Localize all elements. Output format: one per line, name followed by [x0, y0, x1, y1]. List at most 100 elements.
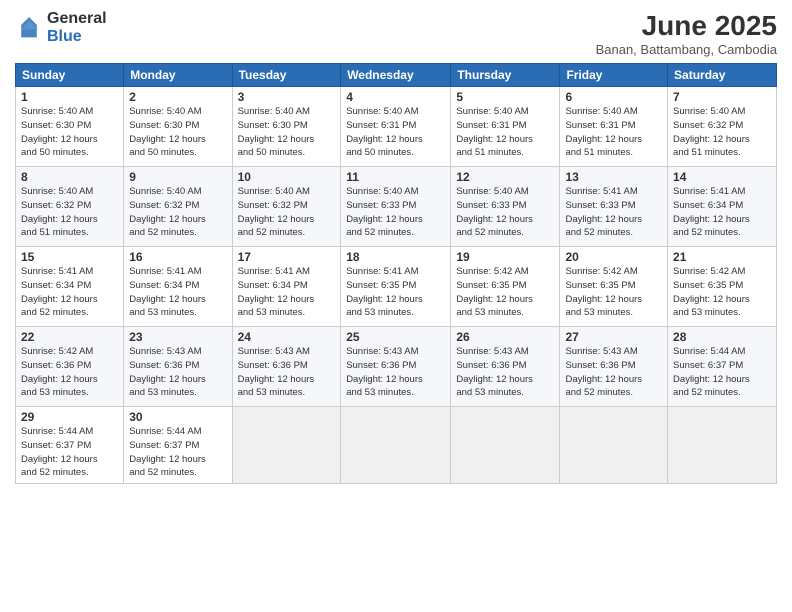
col-tuesday: Tuesday [232, 64, 341, 87]
day-info: Sunrise: 5:40 AMSunset: 6:31 PMDaylight:… [346, 105, 445, 160]
day-info: Sunrise: 5:42 AMSunset: 6:35 PMDaylight:… [456, 265, 554, 320]
month-title: June 2025 [596, 10, 777, 42]
table-cell: 1 Sunrise: 5:40 AMSunset: 6:30 PMDayligh… [16, 87, 124, 167]
day-number: 2 [129, 90, 226, 104]
table-cell: 27 Sunrise: 5:43 AMSunset: 6:36 PMDaylig… [560, 327, 668, 407]
day-number: 9 [129, 170, 226, 184]
day-info: Sunrise: 5:40 AMSunset: 6:33 PMDaylight:… [456, 185, 554, 240]
day-number: 7 [673, 90, 771, 104]
day-info: Sunrise: 5:43 AMSunset: 6:36 PMDaylight:… [456, 345, 554, 400]
day-info: Sunrise: 5:43 AMSunset: 6:36 PMDaylight:… [346, 345, 445, 400]
day-info: Sunrise: 5:44 AMSunset: 6:37 PMDaylight:… [129, 425, 226, 480]
day-info: Sunrise: 5:40 AMSunset: 6:30 PMDaylight:… [238, 105, 336, 160]
table-cell: 29 Sunrise: 5:44 AMSunset: 6:37 PMDaylig… [16, 407, 124, 484]
table-cell: 16 Sunrise: 5:41 AMSunset: 6:34 PMDaylig… [124, 247, 232, 327]
table-cell: 20 Sunrise: 5:42 AMSunset: 6:35 PMDaylig… [560, 247, 668, 327]
day-info: Sunrise: 5:40 AMSunset: 6:30 PMDaylight:… [21, 105, 118, 160]
table-cell: 19 Sunrise: 5:42 AMSunset: 6:35 PMDaylig… [451, 247, 560, 327]
col-sunday: Sunday [16, 64, 124, 87]
day-number: 29 [21, 410, 118, 424]
day-number: 19 [456, 250, 554, 264]
table-cell [232, 407, 341, 484]
day-info: Sunrise: 5:40 AMSunset: 6:30 PMDaylight:… [129, 105, 226, 160]
day-info: Sunrise: 5:41 AMSunset: 6:33 PMDaylight:… [565, 185, 662, 240]
table-cell: 3 Sunrise: 5:40 AMSunset: 6:30 PMDayligh… [232, 87, 341, 167]
day-number: 1 [21, 90, 118, 104]
table-cell: 25 Sunrise: 5:43 AMSunset: 6:36 PMDaylig… [341, 327, 451, 407]
day-number: 28 [673, 330, 771, 344]
day-info: Sunrise: 5:41 AMSunset: 6:34 PMDaylight:… [21, 265, 118, 320]
day-number: 11 [346, 170, 445, 184]
day-info: Sunrise: 5:41 AMSunset: 6:34 PMDaylight:… [673, 185, 771, 240]
calendar-table: Sunday Monday Tuesday Wednesday Thursday… [15, 63, 777, 484]
table-cell [560, 407, 668, 484]
day-info: Sunrise: 5:40 AMSunset: 6:32 PMDaylight:… [129, 185, 226, 240]
day-info: Sunrise: 5:41 AMSunset: 6:35 PMDaylight:… [346, 265, 445, 320]
day-info: Sunrise: 5:41 AMSunset: 6:34 PMDaylight:… [129, 265, 226, 320]
table-cell: 14 Sunrise: 5:41 AMSunset: 6:34 PMDaylig… [668, 167, 777, 247]
header: General Blue June 2025 Banan, Battambang… [15, 10, 777, 57]
day-number: 4 [346, 90, 445, 104]
table-cell: 2 Sunrise: 5:40 AMSunset: 6:30 PMDayligh… [124, 87, 232, 167]
day-info: Sunrise: 5:40 AMSunset: 6:33 PMDaylight:… [346, 185, 445, 240]
table-cell: 17 Sunrise: 5:41 AMSunset: 6:34 PMDaylig… [232, 247, 341, 327]
day-number: 27 [565, 330, 662, 344]
day-number: 8 [21, 170, 118, 184]
day-info: Sunrise: 5:42 AMSunset: 6:35 PMDaylight:… [673, 265, 771, 320]
day-number: 12 [456, 170, 554, 184]
day-info: Sunrise: 5:42 AMSunset: 6:36 PMDaylight:… [21, 345, 118, 400]
logo-text: General Blue [47, 10, 107, 45]
table-cell: 30 Sunrise: 5:44 AMSunset: 6:37 PMDaylig… [124, 407, 232, 484]
day-number: 10 [238, 170, 336, 184]
table-cell: 24 Sunrise: 5:43 AMSunset: 6:36 PMDaylig… [232, 327, 341, 407]
day-info: Sunrise: 5:40 AMSunset: 6:31 PMDaylight:… [565, 105, 662, 160]
table-cell: 15 Sunrise: 5:41 AMSunset: 6:34 PMDaylig… [16, 247, 124, 327]
table-cell: 6 Sunrise: 5:40 AMSunset: 6:31 PMDayligh… [560, 87, 668, 167]
table-cell: 28 Sunrise: 5:44 AMSunset: 6:37 PMDaylig… [668, 327, 777, 407]
day-number: 21 [673, 250, 771, 264]
logo-general-text: General [47, 10, 107, 27]
day-info: Sunrise: 5:40 AMSunset: 6:31 PMDaylight:… [456, 105, 554, 160]
location: Banan, Battambang, Cambodia [596, 42, 777, 57]
table-cell: 26 Sunrise: 5:43 AMSunset: 6:36 PMDaylig… [451, 327, 560, 407]
day-number: 20 [565, 250, 662, 264]
table-cell: 23 Sunrise: 5:43 AMSunset: 6:36 PMDaylig… [124, 327, 232, 407]
calendar-header-row: Sunday Monday Tuesday Wednesday Thursday… [16, 64, 777, 87]
day-number: 25 [346, 330, 445, 344]
col-monday: Monday [124, 64, 232, 87]
day-number: 5 [456, 90, 554, 104]
day-number: 6 [565, 90, 662, 104]
day-number: 23 [129, 330, 226, 344]
day-number: 16 [129, 250, 226, 264]
day-info: Sunrise: 5:44 AMSunset: 6:37 PMDaylight:… [21, 425, 118, 480]
table-cell: 18 Sunrise: 5:41 AMSunset: 6:35 PMDaylig… [341, 247, 451, 327]
day-number: 18 [346, 250, 445, 264]
day-number: 15 [21, 250, 118, 264]
day-number: 30 [129, 410, 226, 424]
calendar-page: General Blue June 2025 Banan, Battambang… [0, 0, 792, 612]
col-friday: Friday [560, 64, 668, 87]
logo-blue-text: Blue [47, 28, 82, 45]
table-cell: 4 Sunrise: 5:40 AMSunset: 6:31 PMDayligh… [341, 87, 451, 167]
table-cell [341, 407, 451, 484]
col-saturday: Saturday [668, 64, 777, 87]
table-cell: 12 Sunrise: 5:40 AMSunset: 6:33 PMDaylig… [451, 167, 560, 247]
table-cell: 11 Sunrise: 5:40 AMSunset: 6:33 PMDaylig… [341, 167, 451, 247]
title-block: June 2025 Banan, Battambang, Cambodia [596, 10, 777, 57]
day-info: Sunrise: 5:44 AMSunset: 6:37 PMDaylight:… [673, 345, 771, 400]
day-info: Sunrise: 5:41 AMSunset: 6:34 PMDaylight:… [238, 265, 336, 320]
table-cell: 13 Sunrise: 5:41 AMSunset: 6:33 PMDaylig… [560, 167, 668, 247]
col-wednesday: Wednesday [341, 64, 451, 87]
table-cell [668, 407, 777, 484]
day-info: Sunrise: 5:40 AMSunset: 6:32 PMDaylight:… [238, 185, 336, 240]
day-number: 26 [456, 330, 554, 344]
table-cell: 10 Sunrise: 5:40 AMSunset: 6:32 PMDaylig… [232, 167, 341, 247]
logo-icon [15, 14, 43, 42]
day-info: Sunrise: 5:40 AMSunset: 6:32 PMDaylight:… [21, 185, 118, 240]
day-number: 24 [238, 330, 336, 344]
day-number: 22 [21, 330, 118, 344]
table-cell [451, 407, 560, 484]
day-info: Sunrise: 5:43 AMSunset: 6:36 PMDaylight:… [238, 345, 336, 400]
day-info: Sunrise: 5:43 AMSunset: 6:36 PMDaylight:… [129, 345, 226, 400]
day-info: Sunrise: 5:42 AMSunset: 6:35 PMDaylight:… [565, 265, 662, 320]
